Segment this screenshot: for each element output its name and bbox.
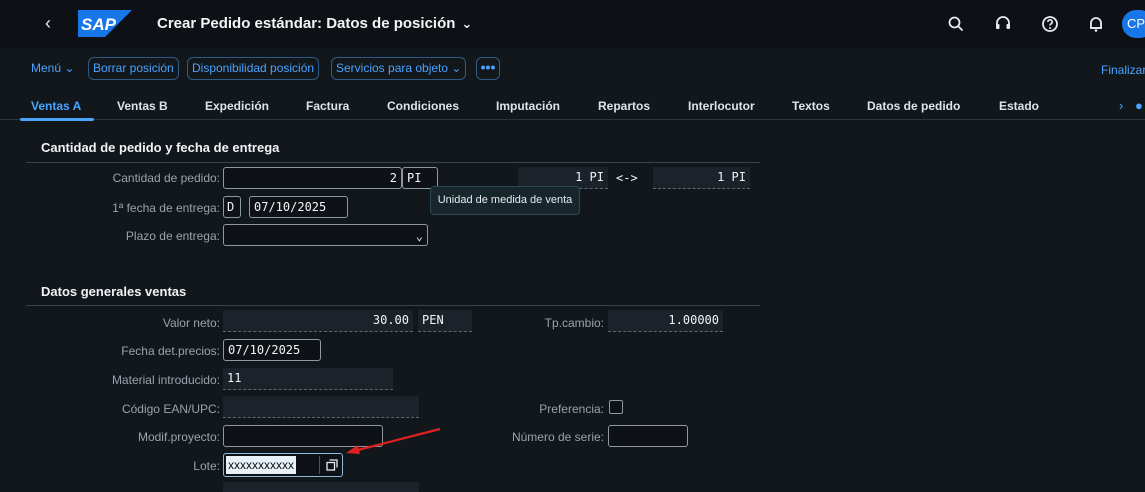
order-qty-label: Cantidad de pedido:: [112, 171, 220, 185]
net-value-field: 30.00: [223, 310, 413, 332]
value-help-icon[interactable]: [324, 457, 340, 473]
project-label: Modif.proyecto:: [137, 430, 220, 444]
price-date-label: Fecha det.precios:: [121, 344, 220, 358]
chevron-right-icon[interactable]: ›: [1119, 98, 1123, 113]
tab-estado[interactable]: Estado: [999, 99, 1039, 113]
search-icon[interactable]: [946, 14, 966, 34]
section-title-general-sales: Datos generales ventas: [41, 284, 187, 299]
tab-ventas-a[interactable]: Ventas A: [31, 99, 81, 113]
price-date-input[interactable]: 07/10/2025: [223, 339, 321, 361]
ean-label: Código EAN/UPC:: [121, 402, 220, 416]
material-label: Material introducido:: [111, 373, 220, 387]
menu-button-label: Menú: [31, 61, 62, 75]
chevron-down-icon: ⌄: [461, 16, 473, 31]
help-icon[interactable]: [1040, 14, 1060, 34]
serial-number-input[interactable]: [608, 425, 688, 447]
delivery-term-label: Plazo de entrega:: [125, 229, 220, 243]
section-divider: [26, 162, 760, 163]
tab-textos[interactable]: Textos: [792, 99, 830, 113]
material-field: 11: [223, 368, 393, 390]
chevron-down-icon: ⌄: [415, 229, 423, 243]
tab-datos-de-pedido[interactable]: Datos de pedido: [867, 99, 960, 113]
toolbar: Menú ⌄ Borrar posición Disponibilidad po…: [0, 48, 1145, 90]
ean-field: [223, 396, 419, 418]
tab-condiciones[interactable]: Condiciones: [387, 99, 459, 113]
sap-logo-text: SAP: [81, 15, 117, 34]
exchange-rate-label: Tp.cambio:: [544, 316, 604, 330]
item-availability-button[interactable]: Disponibilidad posición: [187, 57, 320, 80]
first-delivery-input[interactable]: 07/10/2025: [249, 196, 348, 218]
finish-button[interactable]: Finalizar: [1101, 63, 1145, 77]
menu-button[interactable]: Menú ⌄: [31, 61, 74, 75]
delete-item-button[interactable]: Borrar posición: [88, 57, 179, 80]
active-tab-indicator: [20, 118, 94, 121]
tab-imputacion[interactable]: Imputación: [496, 99, 560, 113]
preference-label: Preferencia:: [539, 402, 604, 416]
tab-interlocutor[interactable]: Interlocutor: [688, 99, 755, 113]
section-title-quantity-delivery: Cantidad de pedido y fecha de entrega: [41, 140, 280, 155]
lote-label: Lote:: [193, 459, 220, 473]
order-qty-input[interactable]: 2: [223, 167, 402, 189]
object-services-label: Servicios para objeto: [336, 61, 449, 75]
chevron-down-icon: ⌄: [451, 61, 462, 75]
headset-icon[interactable]: [993, 14, 1013, 34]
partial-field: [223, 482, 419, 492]
preference-checkbox[interactable]: [609, 400, 623, 414]
app-title-text: Crear Pedido estándar: Datos de posición: [157, 15, 456, 32]
object-services-button[interactable]: Servicios para objeto ⌄: [331, 57, 467, 80]
net-value-label: Valor neto:: [162, 316, 220, 330]
back-icon[interactable]: ‹: [38, 13, 58, 33]
currency-field: PEN: [418, 310, 472, 332]
app-title[interactable]: Crear Pedido estándar: Datos de posición…: [157, 15, 472, 32]
date-type-input[interactable]: D: [223, 196, 241, 218]
sap-logo[interactable]: SAP: [78, 10, 132, 37]
section-divider: [26, 305, 760, 306]
bell-icon[interactable]: [1086, 14, 1106, 34]
tab-repartos[interactable]: Repartos: [598, 99, 650, 113]
tab-bar: Ventas A Ventas B Expedición Factura Con…: [0, 90, 1145, 121]
delivery-term-select[interactable]: ⌄: [223, 224, 428, 246]
exchange-rate-field: 1.00000: [608, 310, 723, 332]
conversion-arrow: <->: [616, 171, 638, 185]
lote-value: xxxxxxxxxxx: [226, 456, 296, 474]
tab-expedicion[interactable]: Expedición: [205, 99, 269, 113]
overflow-icon[interactable]: ●: [1135, 98, 1143, 113]
lote-input[interactable]: xxxxxxxxxxx: [223, 453, 343, 477]
first-delivery-label: 1ª fecha de entrega:: [112, 201, 220, 215]
red-arrow-annotation: [346, 427, 441, 454]
shell-bar: ‹ SAP Crear Pedido estándar: Datos de po…: [0, 0, 1145, 48]
serial-number-label: Número de serie:: [511, 430, 604, 444]
unit-tooltip: Unidad de medida de venta: [430, 186, 580, 215]
chevron-down-icon: ⌄: [64, 61, 75, 75]
lote-divider: [319, 456, 320, 474]
tab-ventas-b[interactable]: Ventas B: [117, 99, 168, 113]
more-icon[interactable]: •••: [476, 57, 500, 80]
avatar[interactable]: CP: [1122, 10, 1145, 38]
tab-factura[interactable]: Factura: [306, 99, 349, 113]
base-unit-qty: 1 PI: [653, 167, 750, 189]
